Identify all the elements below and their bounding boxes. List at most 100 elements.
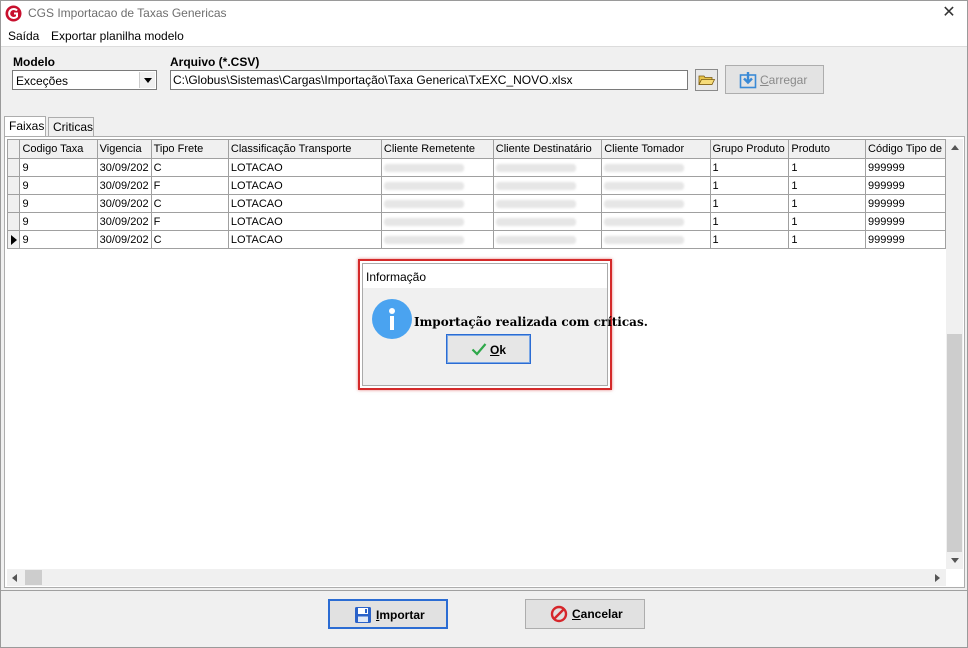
table-row[interactable]: 9 30/09/202 C LOTACAO 1 1 999999 <box>7 158 946 177</box>
table-cell[interactable]: LOTACAO <box>227 212 382 231</box>
table-cell[interactable]: 1 <box>788 158 867 177</box>
row-indicator[interactable] <box>7 212 21 231</box>
table-cell[interactable]: 9 <box>19 194 98 213</box>
horizontal-scrollbar[interactable] <box>7 569 946 586</box>
column-header[interactable]: Código Tipo de <box>865 139 946 159</box>
vertical-scrollbar[interactable] <box>946 139 963 569</box>
table-cell[interactable]: 30/09/202 <box>96 230 152 249</box>
table-cell[interactable]: 1 <box>788 230 867 249</box>
dialog-message: Importação realizada com críticas. <box>414 315 648 329</box>
ok-button[interactable]: Ok <box>446 334 531 364</box>
column-header[interactable]: Codigo Taxa <box>19 139 98 159</box>
column-header[interactable]: Tipo Frete <box>150 139 229 159</box>
table-cell[interactable]: C <box>150 194 229 213</box>
redacted-value <box>383 199 464 208</box>
table-cell[interactable]: LOTACAO <box>227 194 382 213</box>
carregar-button[interactable]: Carregar <box>725 65 824 94</box>
table-cell[interactable] <box>380 194 494 213</box>
table-cell[interactable]: 999999 <box>865 212 946 231</box>
browse-folder-button[interactable] <box>695 69 718 91</box>
table-cell[interactable]: 9 <box>19 230 98 249</box>
redacted-value <box>604 163 685 172</box>
table-cell[interactable]: 1 <box>788 176 867 195</box>
table-row[interactable]: 9 30/09/202 F LOTACAO 1 1 999999 <box>7 212 946 231</box>
table-cell[interactable]: 999999 <box>865 194 946 213</box>
table-cell[interactable]: LOTACAO <box>227 176 382 195</box>
column-header[interactable]: Grupo Produto <box>709 139 790 159</box>
table-cell[interactable]: 1 <box>788 212 867 231</box>
column-header[interactable]: Cliente Remetente <box>380 139 494 159</box>
scroll-thumb[interactable] <box>947 334 962 552</box>
info-dialog: Informação Importação realizada com crít… <box>362 263 648 386</box>
table-cell[interactable] <box>601 230 711 249</box>
table-cell[interactable]: 1 <box>709 158 790 177</box>
table-cell[interactable]: 999999 <box>865 176 946 195</box>
row-indicator[interactable] <box>7 176 21 195</box>
modelo-select[interactable]: Exceções <box>12 70 157 90</box>
row-indicator[interactable] <box>7 230 21 249</box>
column-header[interactable]: Cliente Destinatário <box>492 139 603 159</box>
cancelar-button[interactable]: Cancelar <box>525 599 645 629</box>
column-header[interactable]: Cliente Tomador <box>601 139 711 159</box>
chevron-down-icon[interactable] <box>139 72 155 88</box>
scroll-thumb[interactable] <box>25 570 42 585</box>
scroll-right-icon[interactable] <box>929 569 946 586</box>
table-cell[interactable] <box>380 212 494 231</box>
arquivo-path-field[interactable]: C:\Globus\Sistemas\Cargas\Importação\Tax… <box>170 70 688 90</box>
row-indicator[interactable] <box>7 194 21 213</box>
tab-criticas[interactable]: Criticas <box>48 117 94 137</box>
table-cell[interactable]: 1 <box>788 194 867 213</box>
table-cell[interactable]: 30/09/202 <box>96 176 152 195</box>
table-cell[interactable] <box>492 212 603 231</box>
redacted-value <box>604 235 685 244</box>
scroll-up-icon[interactable] <box>946 139 963 156</box>
table-cell[interactable]: 999999 <box>865 158 946 177</box>
scroll-left-icon[interactable] <box>7 569 24 586</box>
table-cell[interactable] <box>601 194 711 213</box>
table-cell[interactable] <box>492 176 603 195</box>
row-indicator[interactable] <box>7 158 21 177</box>
table-cell[interactable]: F <box>150 212 229 231</box>
table-cell[interactable]: 30/09/202 <box>96 194 152 213</box>
table-cell[interactable]: 1 <box>709 176 790 195</box>
table-cell[interactable]: 1 <box>709 230 790 249</box>
menu-item-saida[interactable]: Saída <box>8 29 39 43</box>
table-cell[interactable] <box>492 158 603 177</box>
table-cell[interactable] <box>601 158 711 177</box>
table-cell[interactable]: 9 <box>19 176 98 195</box>
table-cell[interactable] <box>492 194 603 213</box>
table-cell[interactable]: 1 <box>709 212 790 231</box>
tab-faixas[interactable]: Faixas <box>4 116 46 138</box>
column-header[interactable]: Vigencia <box>96 139 152 159</box>
table-cell[interactable] <box>492 230 603 249</box>
table-cell[interactable]: C <box>150 158 229 177</box>
table-cell[interactable] <box>601 176 711 195</box>
column-header[interactable]: Produto <box>788 139 867 159</box>
grid-table: Codigo Taxa Vigencia Tipo Frete Classifi… <box>7 139 946 249</box>
table-cell[interactable]: F <box>150 176 229 195</box>
table-cell[interactable] <box>380 176 494 195</box>
table-cell[interactable]: 30/09/202 <box>96 212 152 231</box>
table-row[interactable]: 9 30/09/202 F LOTACAO 1 1 999999 <box>7 176 946 195</box>
column-header[interactable]: Classificação Transporte <box>227 139 382 159</box>
scroll-down-icon[interactable] <box>946 552 963 569</box>
modelo-select-value: Exceções <box>16 74 69 88</box>
table-cell[interactable]: 9 <box>19 158 98 177</box>
table-row[interactable]: 9 30/09/202 C LOTACAO 1 1 999999 <box>7 194 946 213</box>
importar-label: Importar <box>376 608 425 622</box>
table-cell[interactable]: LOTACAO <box>227 230 382 249</box>
importar-button[interactable]: Importar <box>328 599 448 629</box>
table-cell[interactable] <box>601 212 711 231</box>
table-cell[interactable]: C <box>150 230 229 249</box>
table-cell[interactable] <box>380 230 494 249</box>
table-cell[interactable]: LOTACAO <box>227 158 382 177</box>
table-cell[interactable]: 999999 <box>865 230 946 249</box>
table-cell[interactable]: 9 <box>19 212 98 231</box>
download-icon <box>739 72 757 89</box>
table-cell[interactable]: 30/09/202 <box>96 158 152 177</box>
close-icon[interactable]: ✕ <box>939 4 959 24</box>
table-cell[interactable] <box>380 158 494 177</box>
menu-item-exportar-planilha[interactable]: Exportar planilha modelo <box>51 29 184 43</box>
table-row[interactable]: 9 30/09/202 C LOTACAO 1 1 999999 <box>7 230 946 249</box>
table-cell[interactable]: 1 <box>709 194 790 213</box>
